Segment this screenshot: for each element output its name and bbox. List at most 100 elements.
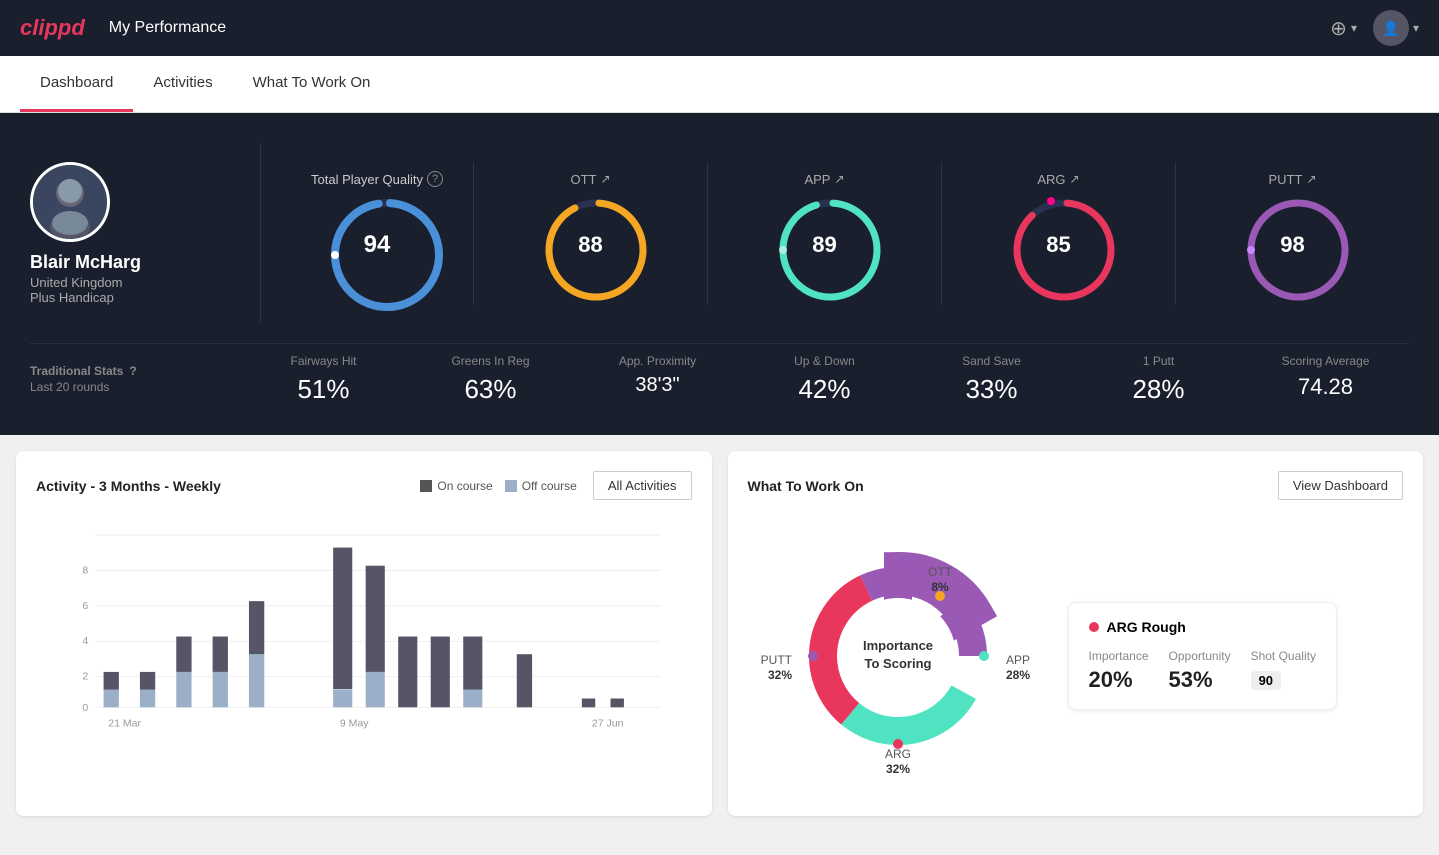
total-quality-label: Total Player Quality ?	[311, 171, 443, 187]
nav-tabs: Dashboard Activities What To Work On	[0, 56, 1439, 113]
stat-greens-value: 63%	[464, 374, 516, 405]
tab-what-to-work-on[interactable]: What To Work On	[233, 56, 391, 112]
avatar-icon: 👤	[1382, 20, 1399, 37]
app-trend-icon: ↗	[834, 172, 844, 186]
score-cards: OTT ↗ 88 APP ↗	[473, 162, 1409, 305]
stat-1-putt: 1 Putt 28%	[1075, 354, 1242, 405]
ott-label: OTT ↗	[570, 172, 610, 187]
activity-chart-svg: 0 2 4 6 8	[36, 516, 692, 736]
svg-text:9 May: 9 May	[340, 717, 369, 729]
info-card-title: ARG Rough	[1089, 619, 1316, 635]
app-gauge: 89	[775, 195, 875, 295]
stat-sand-value: 33%	[965, 374, 1017, 405]
legend-off-course: Off course	[505, 479, 577, 493]
traditional-stats: Traditional Stats ? Last 20 rounds Fairw…	[30, 343, 1409, 405]
trad-stats-help-icon[interactable]: ?	[129, 364, 136, 378]
add-button[interactable]: ⊕ ▾	[1330, 16, 1357, 41]
donut-chart-svg: Importance To Scoring OTT 8% APP 28% ARG…	[748, 516, 1048, 796]
metric-opportunity: Opportunity 53%	[1169, 649, 1231, 693]
divider	[260, 143, 261, 323]
donut-chart-container: Importance To Scoring OTT 8% APP 28% ARG…	[748, 516, 1048, 796]
svg-text:2: 2	[82, 671, 88, 683]
chart-area: 0 2 4 6 8	[36, 516, 692, 736]
svg-text:Importance: Importance	[862, 638, 932, 653]
chart-legend: On course Off course	[420, 479, 577, 493]
player-handicap: Plus Handicap	[30, 290, 114, 305]
opportunity-value: 53%	[1169, 667, 1231, 693]
tab-activities[interactable]: Activities	[133, 56, 232, 112]
svg-text:27 Jun: 27 Jun	[592, 717, 624, 729]
stat-1putt-label: 1 Putt	[1143, 354, 1174, 368]
svg-text:OTT: OTT	[928, 565, 953, 579]
importance-value: 20%	[1089, 667, 1149, 693]
score-card-app: APP ↗ 89	[707, 162, 941, 305]
player-name: Blair McHarg	[30, 252, 141, 273]
app-header: clippd My Performance ⊕ ▾ 👤 ▾	[0, 0, 1439, 56]
plus-circle-icon: ⊕	[1330, 16, 1347, 41]
putt-value: 98	[1280, 232, 1304, 258]
shot-quality-value: 90	[1251, 671, 1281, 690]
svg-text:4: 4	[82, 635, 88, 647]
score-card-ott: OTT ↗ 88	[473, 162, 707, 305]
ott-gauge: 88	[541, 195, 641, 295]
wtwo-content: Importance To Scoring OTT 8% APP 28% ARG…	[748, 516, 1404, 796]
off-course-legend-icon	[505, 480, 517, 492]
stat-app-prox-label: App. Proximity	[619, 354, 696, 368]
svg-text:32%: 32%	[767, 668, 791, 682]
stat-scoring-average: Scoring Average 74.28	[1242, 354, 1409, 405]
stat-app-proximity: App. Proximity 38'3"	[574, 354, 741, 405]
legend-on-course: On course	[420, 479, 492, 493]
on-course-legend-icon	[420, 480, 432, 492]
dashboard-panel: Blair McHarg United Kingdom Plus Handica…	[0, 113, 1439, 435]
svg-text:32%: 32%	[885, 762, 909, 776]
arg-value: 85	[1046, 232, 1070, 258]
ott-trend-icon: ↗	[600, 172, 610, 186]
wtwo-title: What To Work On	[748, 478, 864, 494]
svg-text:8: 8	[82, 564, 88, 576]
svg-text:6: 6	[82, 600, 88, 612]
app-value: 89	[812, 232, 836, 258]
total-quality-value: 94	[364, 231, 391, 259]
stat-fairways-hit: Fairways Hit 51%	[240, 354, 407, 405]
player-country: United Kingdom	[30, 275, 123, 290]
arg-label: ARG ↗	[1037, 172, 1079, 187]
stat-up-down: Up & Down 42%	[741, 354, 908, 405]
stat-greens-label: Greens In Reg	[451, 354, 529, 368]
score-card-arg: ARG ↗ 85	[941, 162, 1175, 305]
wtwo-header: What To Work On View Dashboard	[748, 471, 1404, 500]
putt-trend-icon: ↗	[1306, 172, 1316, 186]
info-card-dot	[1089, 622, 1099, 632]
off-course-label: Off course	[522, 479, 577, 493]
metric-importance: Importance 20%	[1089, 649, 1149, 693]
app-label: APP ↗	[804, 172, 844, 187]
trad-stats-label-section: Traditional Stats ? Last 20 rounds	[30, 364, 240, 396]
tab-dashboard[interactable]: Dashboard	[20, 56, 133, 112]
trad-stats-title: Traditional Stats ?	[30, 364, 240, 378]
user-menu-button[interactable]: 👤 ▾	[1373, 10, 1419, 46]
total-quality-gauge: 94	[327, 195, 427, 295]
total-quality-card: Total Player Quality ? 94	[281, 171, 473, 295]
shot-quality-label: Shot Quality	[1251, 649, 1316, 663]
player-info: Blair McHarg United Kingdom Plus Handica…	[30, 162, 240, 305]
bottom-sections: Activity - 3 Months - Weekly On course O…	[0, 435, 1439, 832]
svg-text:0: 0	[82, 702, 88, 714]
score-card-putt: PUTT ↗ 98	[1175, 162, 1409, 305]
stat-scoring-label: Scoring Average	[1282, 354, 1370, 368]
header-title: My Performance	[109, 19, 226, 37]
trad-stats-values: Fairways Hit 51% Greens In Reg 63% App. …	[240, 354, 1409, 405]
total-quality-help-icon[interactable]: ?	[427, 171, 443, 187]
metric-shot-quality: Shot Quality 90	[1251, 649, 1316, 693]
importance-label: Importance	[1089, 649, 1149, 663]
stat-scoring-value: 74.28	[1298, 374, 1353, 400]
view-dashboard-button[interactable]: View Dashboard	[1278, 471, 1403, 500]
stat-sand-label: Sand Save	[962, 354, 1021, 368]
svg-text:21 Mar: 21 Mar	[108, 717, 141, 729]
svg-text:PUTT: PUTT	[760, 653, 792, 667]
stat-fairways-label: Fairways Hit	[290, 354, 356, 368]
stat-up-down-value: 42%	[798, 374, 850, 405]
stat-greens-in-reg: Greens In Reg 63%	[407, 354, 574, 405]
info-card-name: ARG Rough	[1107, 619, 1186, 635]
stat-sand-save: Sand Save 33%	[908, 354, 1075, 405]
all-activities-button[interactable]: All Activities	[593, 471, 692, 500]
on-course-label: On course	[437, 479, 492, 493]
